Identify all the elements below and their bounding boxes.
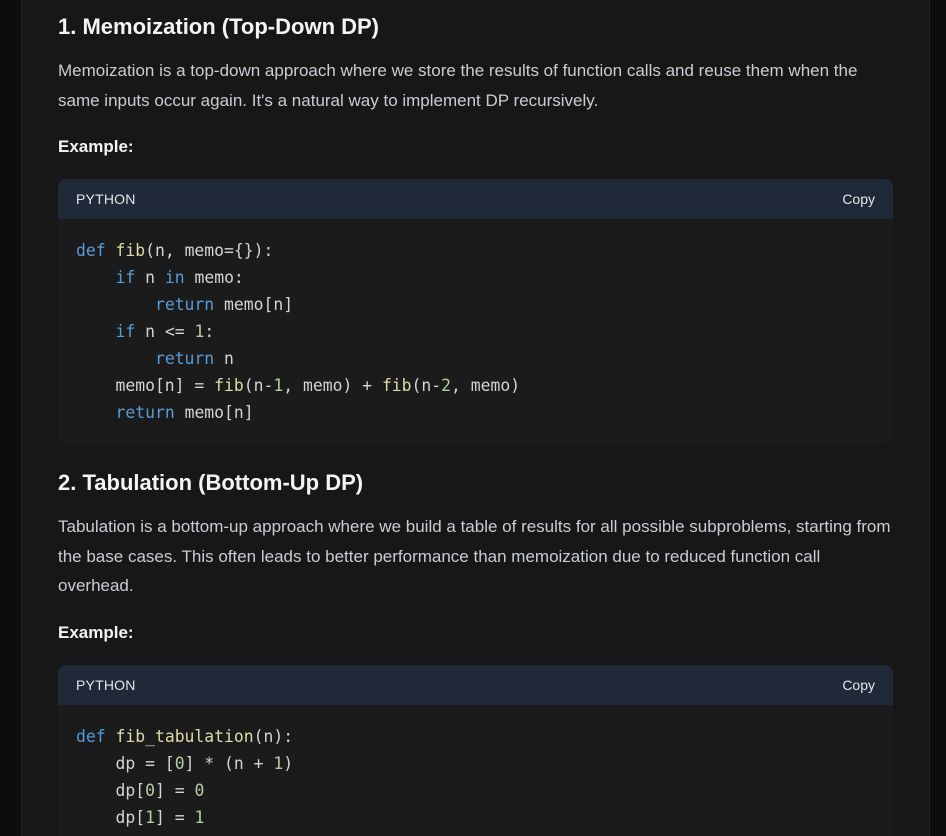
code-token: dp[ xyxy=(76,808,146,827)
section-description-tabulation: Tabulation is a bottom-up approach where… xyxy=(58,517,891,595)
code-token: if xyxy=(115,268,136,287)
code-token: 0 xyxy=(194,781,205,800)
example-label-memoization: Example: xyxy=(58,137,134,156)
code-token: ] = xyxy=(154,808,195,827)
code-token: ] * (n + xyxy=(184,754,274,773)
example-label-tabulation: Example: xyxy=(58,623,134,642)
copy-button[interactable]: Copy xyxy=(842,677,875,693)
code-token: (n): xyxy=(253,727,294,746)
code-token: dp[ xyxy=(76,781,146,800)
code-block-tabulation: PYTHON Copy def fib_tabulation(n): dp = … xyxy=(58,665,893,836)
code-token: def xyxy=(76,727,116,746)
code-line: if n <= 1: xyxy=(76,318,875,345)
copy-button[interactable]: Copy xyxy=(842,191,875,207)
code-token: 1 xyxy=(194,322,205,341)
code-line: dp[1] = 1 xyxy=(76,804,875,831)
code-token: memo[n] xyxy=(214,295,294,314)
section-title-memoization: 1. Memoization (Top-Down DP) xyxy=(58,14,380,39)
code-line: def fib(n, memo={}): xyxy=(76,237,875,264)
code-token: 1 xyxy=(273,376,284,395)
code-line: return n xyxy=(76,345,875,372)
code-token: (n- xyxy=(411,376,442,395)
code-token: , memo) + xyxy=(283,376,382,395)
code-line: if n in memo: xyxy=(76,264,875,291)
page: 1. Memoization (Top-Down DP) Memoization… xyxy=(0,0,946,836)
code-token: fib_tabulation xyxy=(115,727,254,746)
code-token: fib xyxy=(214,376,244,395)
code-token: , memo) xyxy=(451,376,521,395)
code-token: ] = xyxy=(154,781,195,800)
code-token: return xyxy=(154,295,215,314)
code-block-header: PYTHON Copy xyxy=(58,665,893,705)
code-token: 1 xyxy=(194,808,205,827)
code-block-memoization: PYTHON Copy def fib(n, memo={}): if n in… xyxy=(58,179,893,444)
code-token: : xyxy=(204,322,215,341)
code-line: def fib_tabulation(n): xyxy=(76,723,875,750)
code-token: memo: xyxy=(184,268,244,287)
code-token: in xyxy=(164,268,185,287)
code-token: memo[n] = xyxy=(76,376,215,395)
code-token: dp = [ xyxy=(76,754,175,773)
code-body: def fib(n, memo={}): if n in memo: retur… xyxy=(58,219,893,426)
code-token: def xyxy=(76,241,116,260)
code-token: (n, memo={}): xyxy=(145,241,274,260)
code-line: memo[n] = fib(n-1, memo) + fib(n-2, memo… xyxy=(76,372,875,399)
code-token: memo[n] xyxy=(174,403,254,422)
code-token: 0 xyxy=(174,754,185,773)
code-token: n <= xyxy=(135,322,195,341)
code-token: if xyxy=(115,322,136,341)
code-line: return memo[n] xyxy=(76,399,875,426)
code-token: 0 xyxy=(145,781,155,800)
code-token: n xyxy=(135,268,165,287)
code-token: 1 xyxy=(145,808,155,827)
code-token: 2 xyxy=(441,376,452,395)
code-token: n xyxy=(214,349,234,368)
code-line: dp[0] = 0 xyxy=(76,777,875,804)
code-token: fib xyxy=(381,376,412,395)
code-language-label: PYTHON xyxy=(76,677,136,693)
code-token: fib xyxy=(115,241,146,260)
section-title-tabulation: 2. Tabulation (Bottom-Up DP) xyxy=(58,470,364,495)
code-language-label: PYTHON xyxy=(76,191,136,207)
code-block-header: PYTHON Copy xyxy=(58,179,893,219)
code-token: ) xyxy=(283,754,294,773)
code-token: return xyxy=(154,349,215,368)
content-column: 1. Memoization (Top-Down DP) Memoization… xyxy=(21,0,930,836)
code-line: return memo[n] xyxy=(76,291,875,318)
code-token: 1 xyxy=(273,754,284,773)
section-description-memoization: Memoization is a top-down approach where… xyxy=(58,61,858,110)
code-token: return xyxy=(115,403,175,422)
code-body: def fib_tabulation(n): dp = [0] * (n + 1… xyxy=(58,705,893,831)
code-token: (n- xyxy=(243,376,274,395)
code-line: dp = [0] * (n + 1) xyxy=(76,750,875,777)
